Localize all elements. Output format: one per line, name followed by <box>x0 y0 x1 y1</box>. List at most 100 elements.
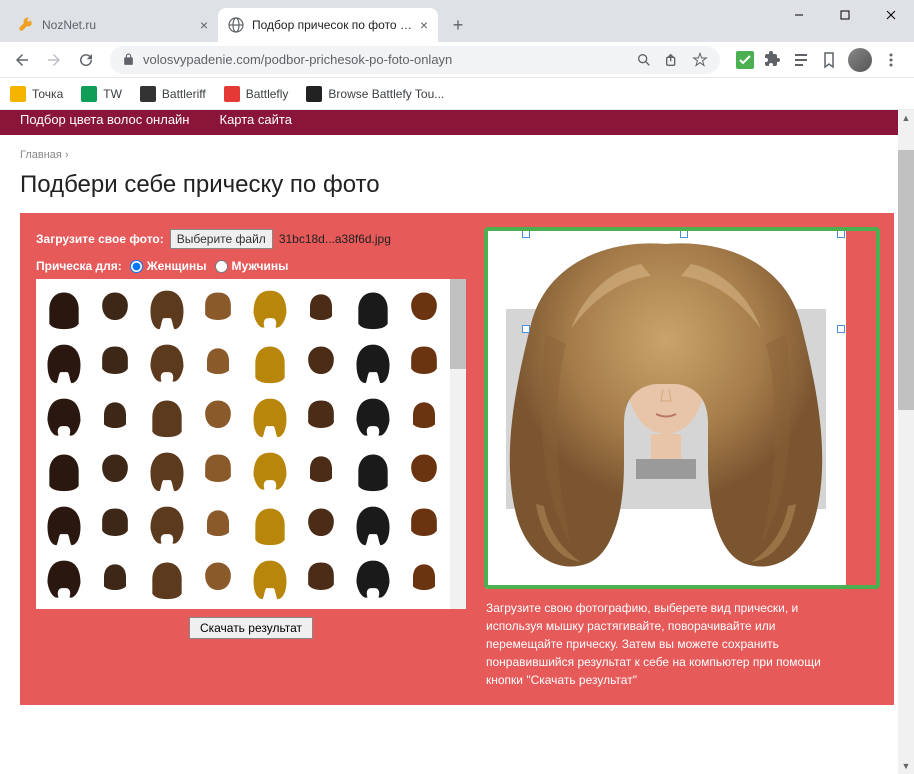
radio-men[interactable] <box>215 260 228 273</box>
hairstyle-option[interactable] <box>246 391 294 443</box>
preview-canvas[interactable] <box>486 229 846 589</box>
uploaded-filename: 31bc18d...a38f6d.jpg <box>279 232 391 246</box>
page-scrollbar-thumb[interactable] <box>898 150 914 410</box>
bookmark-item[interactable]: Точка <box>10 86 63 102</box>
hairstyle-option[interactable] <box>349 499 397 551</box>
scroll-up-arrow[interactable]: ▲ <box>898 110 914 126</box>
hairstyle-option[interactable] <box>143 391 191 443</box>
resize-handle[interactable] <box>522 325 530 333</box>
hairstyle-option[interactable] <box>143 499 191 551</box>
site-icon <box>140 86 156 102</box>
search-icon[interactable] <box>636 52 652 68</box>
hairstyle-option[interactable] <box>40 337 88 389</box>
nav-link[interactable]: Карта сайта <box>220 112 292 127</box>
close-icon[interactable]: × <box>200 17 208 33</box>
hairstyle-option[interactable] <box>194 445 242 497</box>
hairstyle-option[interactable] <box>143 283 191 335</box>
hairstyle-option[interactable] <box>91 337 139 389</box>
hairstyle-option[interactable] <box>400 391 448 443</box>
new-tab-button[interactable]: + <box>444 11 472 39</box>
list-icon[interactable] <box>792 51 810 69</box>
hairstyle-option[interactable] <box>297 337 345 389</box>
breadcrumb-home[interactable]: Главная <box>20 149 62 161</box>
page-scrollbar[interactable]: ▲ ▼ <box>898 110 914 774</box>
page-title: Подбери себе прическу по фото <box>0 167 914 213</box>
minimize-button[interactable] <box>776 0 822 30</box>
hairstyle-option[interactable] <box>297 499 345 551</box>
radio-women[interactable] <box>130 260 143 273</box>
hairstyle-option[interactable] <box>246 499 294 551</box>
url-input[interactable]: volosvypadenie.com/podbor-prichesok-po-f… <box>110 46 720 74</box>
hairstyle-option[interactable] <box>297 445 345 497</box>
reload-button[interactable] <box>72 46 100 74</box>
bookmark-item[interactable]: Browse Battlefy Tou... <box>306 86 444 102</box>
hairstyle-option[interactable] <box>400 553 448 605</box>
hairstyle-option[interactable] <box>194 499 242 551</box>
hairstyle-option[interactable] <box>91 553 139 605</box>
browser-tab-inactive[interactable]: NozNet.ru × <box>8 8 218 42</box>
hairstyle-option[interactable] <box>91 499 139 551</box>
selection-handles[interactable] <box>526 234 841 424</box>
menu-icon[interactable] <box>882 51 900 69</box>
choose-file-button[interactable]: Выберите файл <box>170 229 273 249</box>
hairstyle-option[interactable] <box>246 337 294 389</box>
bookmark-icon[interactable] <box>820 51 838 69</box>
hairstyle-option[interactable] <box>143 445 191 497</box>
profile-avatar[interactable] <box>848 48 872 72</box>
hairstyle-option[interactable] <box>40 445 88 497</box>
resize-handle[interactable] <box>680 230 688 238</box>
bookmarks-bar: Точка TW Battleriff Battlefly Browse Bat… <box>0 78 914 110</box>
forward-button[interactable] <box>40 46 68 74</box>
resize-handle[interactable] <box>522 230 530 238</box>
tab-title: Подбор причесок по фото онла <box>252 18 414 32</box>
hairstyle-option[interactable] <box>400 499 448 551</box>
hairstyle-option[interactable] <box>194 391 242 443</box>
hairstyle-option[interactable] <box>349 553 397 605</box>
hairstyle-option[interactable] <box>194 553 242 605</box>
nav-link[interactable]: Подбор цвета волос онлайн <box>20 112 190 127</box>
share-icon[interactable] <box>664 52 680 68</box>
close-icon[interactable]: × <box>420 17 428 33</box>
browser-tab-active[interactable]: Подбор причесок по фото онла × <box>218 8 438 42</box>
hairstyle-option[interactable] <box>349 283 397 335</box>
hairstyle-option[interactable] <box>400 445 448 497</box>
scroll-down-arrow[interactable]: ▼ <box>898 758 914 774</box>
hairstyle-option[interactable] <box>91 445 139 497</box>
hairstyle-option[interactable] <box>143 553 191 605</box>
hairstyle-option[interactable] <box>40 553 88 605</box>
hairstyle-option[interactable] <box>91 283 139 335</box>
resize-handle[interactable] <box>837 230 845 238</box>
maximize-button[interactable] <box>822 0 868 30</box>
hairstyle-option[interactable] <box>40 283 88 335</box>
check-extension-icon[interactable] <box>736 51 754 69</box>
hairstyle-option[interactable] <box>40 499 88 551</box>
resize-handle[interactable] <box>837 325 845 333</box>
hairstyle-option[interactable] <box>400 283 448 335</box>
close-window-button[interactable] <box>868 0 914 30</box>
puzzle-icon[interactable] <box>764 51 782 69</box>
hairstyle-option[interactable] <box>349 391 397 443</box>
bookmark-item[interactable]: Battleriff <box>140 86 206 102</box>
hairstyle-option[interactable] <box>194 337 242 389</box>
gender-label: Прическа для: <box>36 259 122 273</box>
hairstyle-option[interactable] <box>91 391 139 443</box>
hairstyle-option[interactable] <box>246 283 294 335</box>
star-icon[interactable] <box>692 52 708 68</box>
bookmark-item[interactable]: TW <box>81 86 122 102</box>
download-button[interactable]: Скачать результат <box>189 617 313 639</box>
hairstyle-option[interactable] <box>246 553 294 605</box>
hairstyle-option[interactable] <box>349 445 397 497</box>
hairstyle-option[interactable] <box>246 445 294 497</box>
hairstyle-option[interactable] <box>297 553 345 605</box>
gallery-scrollbar-thumb[interactable] <box>450 279 466 369</box>
bookmark-item[interactable]: Battlefly <box>224 86 289 102</box>
hairstyle-option[interactable] <box>400 337 448 389</box>
hairstyle-option[interactable] <box>194 283 242 335</box>
hairstyle-option[interactable] <box>40 391 88 443</box>
hairstyle-option[interactable] <box>297 283 345 335</box>
back-button[interactable] <box>8 46 36 74</box>
hairstyle-option[interactable] <box>143 337 191 389</box>
hairstyle-option[interactable] <box>349 337 397 389</box>
hairstyle-gallery[interactable] <box>36 279 466 609</box>
hairstyle-option[interactable] <box>297 391 345 443</box>
